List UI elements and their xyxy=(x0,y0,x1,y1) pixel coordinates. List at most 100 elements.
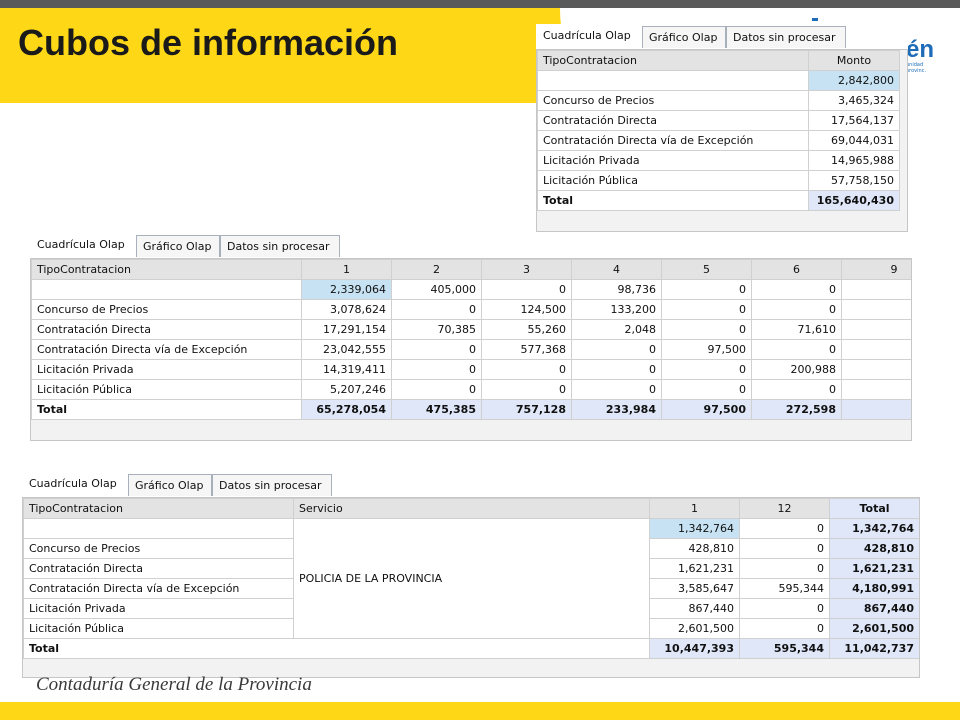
column-header: 6 xyxy=(751,259,842,280)
value-cell: 0 xyxy=(661,299,752,320)
column-header: 12 xyxy=(739,498,830,519)
total-cell: 11,042,737 xyxy=(829,638,919,659)
total-label: Total xyxy=(537,190,809,211)
top-dark-bar xyxy=(0,0,960,8)
table-row: Licitación Privada 14,965,988 xyxy=(537,150,900,171)
row-label: Licitación Pública xyxy=(537,170,809,191)
column-header: 5 xyxy=(661,259,752,280)
row-label xyxy=(537,70,809,91)
slide-title: Cubos de información xyxy=(18,22,399,63)
value-cell xyxy=(841,279,911,300)
value-cell: 55,260 xyxy=(481,319,572,340)
table-row: Contratación Directa vía de Excepción 69,… xyxy=(537,130,900,151)
logo-mark xyxy=(812,18,818,21)
value-cell: 0 xyxy=(571,379,662,400)
row-label: Contratación Directa xyxy=(23,558,294,579)
value-cell: 0 xyxy=(481,279,572,300)
row-label: Concurso de Precios xyxy=(31,299,302,320)
value-cell: 0 xyxy=(751,339,842,360)
total-cell: 233,984 xyxy=(571,399,662,420)
row-label: Licitación Privada xyxy=(23,598,294,619)
value-cell: 0 xyxy=(739,518,830,539)
tab-datos-sin-procesar[interactable]: Datos sin procesar xyxy=(212,474,332,496)
value-cell: 0 xyxy=(391,339,482,360)
value-cell: 12,9 xyxy=(841,319,911,340)
table-row: 2,842,800 xyxy=(537,70,900,91)
value-cell: 3,585,647 xyxy=(649,578,740,599)
value-cell: 97,500 xyxy=(661,339,752,360)
column-header: Total xyxy=(829,498,919,519)
total-cell: 428,810 xyxy=(829,538,919,559)
value-cell: 70,385 xyxy=(391,319,482,340)
table-row: Contratación Directa 17,291,154 70,385 55,2… xyxy=(31,319,911,340)
value-cell xyxy=(841,379,911,400)
value-cell: 69,044,031 xyxy=(808,130,900,151)
total-cell: 2,601,500 xyxy=(829,618,919,639)
total-cell: 595,344 xyxy=(739,638,830,659)
row-label: Concurso de Precios xyxy=(537,90,809,111)
value-cell: 71,610 xyxy=(751,319,842,340)
row-label: Licitación Privada xyxy=(31,359,302,380)
column-header: 1 xyxy=(649,498,740,519)
value-cell: 0 xyxy=(571,339,662,360)
row-label: Concurso de Precios xyxy=(23,538,294,559)
total-cell: 97,500 xyxy=(661,399,752,420)
value-cell: 577,368 xyxy=(481,339,572,360)
total-cell: 4,180,991 xyxy=(829,578,919,599)
tab-grafico-olap[interactable]: Gráfico Olap xyxy=(642,26,726,48)
value-cell: 867,440 xyxy=(649,598,740,619)
header-row: TipoContratacion Monto xyxy=(537,50,900,71)
value-cell xyxy=(841,299,911,320)
value-cell: 2,842,800 xyxy=(808,70,900,91)
footer-organization: Contaduría General de la Provincia xyxy=(36,674,312,695)
tab-cuadricula-olap[interactable]: Cuadrícula Olap xyxy=(536,24,640,49)
value-cell: 0 xyxy=(571,359,662,380)
organization-logo: én unidad provinc. xyxy=(906,36,935,75)
tab-grafico-olap[interactable]: Gráfico Olap xyxy=(136,235,220,257)
total-cell: 757,128 xyxy=(481,399,572,420)
column-header: Monto xyxy=(808,50,900,71)
tab-datos-sin-procesar[interactable]: Datos sin procesar xyxy=(220,235,340,257)
olap-grid: TipoContratacion 1 2 3 4 5 6 9 2,339,064 405,000 0… xyxy=(30,258,912,441)
column-header: 2 xyxy=(391,259,482,280)
total-label: Total xyxy=(31,399,302,420)
value-cell: 98,736 xyxy=(571,279,662,300)
value-cell: 1,621,231 xyxy=(649,558,740,579)
column-header: 1 xyxy=(301,259,392,280)
value-cell: 17,564,137 xyxy=(808,110,900,131)
value-cell xyxy=(841,359,911,380)
value-cell: 0 xyxy=(661,319,752,340)
table-row: Total 65,278,054 475,385 757,128 233,984 97,5… xyxy=(31,399,911,420)
table-row: Licitación Privada 14,319,411 0 0 0 0 200,988 xyxy=(31,359,911,380)
table-row: Licitación Pública 5,207,246 0 0 0 0 0 xyxy=(31,379,911,400)
tab-strip: Cuadrícula Olap Gráfico Olap Datos sin p… xyxy=(22,472,920,497)
value-cell: 405,000 xyxy=(391,279,482,300)
olap-table: TipoContratacion Servicio 1 12 Total POLICIA … xyxy=(23,498,919,659)
table-row: Concurso de Precios 3,465,324 xyxy=(537,90,900,111)
bottom-yellow-bar xyxy=(0,702,960,720)
table-row: Licitación Pública 57,758,150 xyxy=(537,170,900,191)
column-header: TipoContratacion xyxy=(31,259,302,280)
value-cell: 0 xyxy=(391,359,482,380)
value-cell: 2,048 xyxy=(571,319,662,340)
value-cell: 0 xyxy=(739,618,830,639)
column-header: 9 xyxy=(841,259,911,280)
value-cell: 23,042,555 xyxy=(301,339,392,360)
row-label: Contratación Directa vía de Excepción xyxy=(537,130,809,151)
tab-grafico-olap[interactable]: Gráfico Olap xyxy=(128,474,212,496)
tab-cuadricula-olap[interactable]: Cuadrícula Olap xyxy=(30,233,134,258)
value-cell: 17,291,154 xyxy=(301,319,392,340)
column-header: 3 xyxy=(481,259,572,280)
table-row: Contratación Directa 17,564,137 xyxy=(537,110,900,131)
value-cell: 3,078,624 xyxy=(301,299,392,320)
tab-cuadricula-olap[interactable]: Cuadrícula Olap xyxy=(22,472,126,497)
olap-panel-3: Cuadrícula Olap Gráfico Olap Datos sin p… xyxy=(22,472,920,678)
total-label: Total xyxy=(23,638,650,659)
total-cell: 867,440 xyxy=(829,598,919,619)
value-cell: 200,988 xyxy=(751,359,842,380)
value-cell: 0 xyxy=(391,299,482,320)
tab-datos-sin-procesar[interactable]: Datos sin procesar xyxy=(726,26,846,48)
total-cell: 165,640,430 xyxy=(808,190,900,211)
table-row: POLICIA DE LA PROVINCIA 1,342,764 0 1,342,7… xyxy=(23,518,919,639)
value-cell: 0 xyxy=(751,279,842,300)
